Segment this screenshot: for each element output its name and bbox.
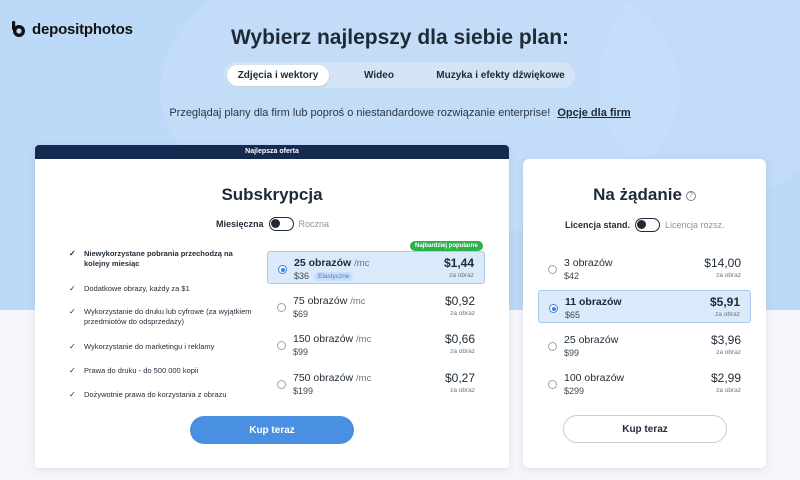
check-icon: ✓ bbox=[69, 342, 76, 351]
check-icon: ✓ bbox=[69, 284, 76, 293]
pack-rate: $14,00 bbox=[704, 256, 741, 270]
switch-knob bbox=[270, 219, 280, 228]
check-icon: ✓ bbox=[69, 249, 76, 258]
on-demand-title-row: Na żądanie? bbox=[523, 185, 766, 205]
plan-count: 75 obrazów bbox=[293, 295, 348, 307]
pack-option-3[interactable]: 3 obrazów $42 $14,00 za obraz bbox=[538, 252, 751, 285]
radio-button[interactable] bbox=[278, 265, 287, 274]
feature-item: ✓ Dodatkowe obrazy, każdy za $1 bbox=[69, 284, 190, 293]
plan-option-150[interactable]: 150 obrazów /mc $99 $0,66 za obraz bbox=[267, 328, 485, 361]
pack-count: 100 obrazów bbox=[564, 372, 625, 384]
info-icon[interactable]: ? bbox=[685, 190, 696, 201]
pack-rate: $2,99 bbox=[710, 371, 741, 385]
on-demand-card: Na żądanie? Licencja stand. Licencja roz… bbox=[523, 159, 766, 468]
pack-rate-unit: za obraz bbox=[715, 311, 740, 318]
flexible-badge: Elastyczne bbox=[314, 271, 354, 281]
plan-count: 150 obrazów bbox=[293, 333, 354, 345]
plan-unit: /mc bbox=[356, 373, 372, 384]
radio-button[interactable] bbox=[548, 265, 557, 274]
feature-item: ✓ Wykorzystanie do druku lub cyfrowe (za … bbox=[69, 307, 252, 326]
plan-rate: $0,66 bbox=[444, 332, 475, 346]
tab-photos-vectors[interactable]: Zdjęcia i wektory bbox=[227, 64, 329, 86]
pack-count: 3 obrazów bbox=[564, 257, 613, 269]
best-offer-banner: Najlepsza oferta bbox=[35, 145, 509, 159]
license-toggle: Licencja stand. Licencja rozsz. bbox=[565, 218, 725, 232]
pack-price: $65 bbox=[565, 310, 581, 320]
plan-price: $99 bbox=[293, 347, 309, 357]
plan-rate-unit: za obraz bbox=[450, 387, 475, 394]
monthly-label: Miesięczna bbox=[216, 219, 264, 229]
extended-license-label: Licencja rozsz. bbox=[665, 220, 725, 230]
buy-on-demand-button[interactable]: Kup teraz bbox=[563, 415, 727, 443]
plan-rate-unit: za obraz bbox=[450, 310, 475, 317]
radio-button[interactable] bbox=[548, 342, 557, 351]
page-title: Wybierz najlepszy dla siebie plan: bbox=[230, 26, 570, 49]
yearly-label: Roczna bbox=[298, 219, 330, 229]
pack-rate-unit: za obraz bbox=[716, 349, 741, 356]
check-icon: ✓ bbox=[69, 390, 76, 399]
pack-option-25[interactable]: 25 obrazów $99 $3,96 za obraz bbox=[538, 329, 751, 362]
most-popular-badge: Najbardziej popularne bbox=[410, 241, 483, 251]
feature-item: ✓ Niewykorzystane pobrania przechodzą na … bbox=[69, 249, 233, 268]
plan-count: 750 obrazów bbox=[293, 372, 354, 384]
radio-button[interactable] bbox=[548, 380, 557, 389]
check-icon: ✓ bbox=[69, 366, 76, 375]
radio-button[interactable] bbox=[277, 380, 286, 389]
plan-price: $69 bbox=[293, 309, 309, 319]
pack-price: $42 bbox=[564, 271, 580, 281]
pack-count: 11 obrazów bbox=[565, 296, 622, 308]
plan-option-25[interactable]: 25 obrazów /mc $36 Elastyczne $1,44 za ob… bbox=[267, 251, 485, 284]
billing-period-toggle: Miesięczna Roczna bbox=[216, 217, 329, 231]
license-switch[interactable] bbox=[635, 218, 661, 232]
plan-unit: /mc bbox=[354, 258, 370, 269]
radio-button[interactable] bbox=[549, 304, 558, 313]
feature-item: ✓ Dożywotnie prawa do korzystania z obraz… bbox=[69, 390, 227, 399]
switch-knob bbox=[637, 220, 647, 229]
plan-rate-unit: za obraz bbox=[450, 348, 475, 355]
pack-rate: $3,96 bbox=[710, 333, 741, 347]
business-plans-note: Przeglądaj plany dla firm lub poproś o n… bbox=[0, 107, 800, 119]
pack-count: 25 obrazów bbox=[564, 334, 619, 346]
subscription-title: Subskrypcja bbox=[221, 185, 323, 204]
tab-music-sfx[interactable]: Muzyka i efekty dźwiękowe bbox=[429, 65, 572, 86]
plan-price: $199 bbox=[293, 386, 314, 396]
radio-button[interactable] bbox=[277, 341, 286, 350]
plan-price: $36 bbox=[294, 271, 310, 281]
media-type-tabs: Zdjęcia i wektory Wideo Muzyka i efekty … bbox=[224, 62, 575, 88]
pack-rate: $5,91 bbox=[709, 295, 740, 309]
plan-rate-unit: za obraz bbox=[449, 272, 474, 279]
business-plans-text: Przeglądaj plany dla firm lub poproś o n… bbox=[169, 107, 551, 119]
plan-option-750[interactable]: 750 obrazów /mc $199 $0,27 za obraz bbox=[267, 367, 485, 400]
check-icon: ✓ bbox=[69, 307, 76, 316]
plan-rate: $1,44 bbox=[443, 256, 474, 270]
tab-video[interactable]: Wideo bbox=[329, 65, 429, 86]
radio-button[interactable] bbox=[277, 303, 286, 312]
buy-subscription-button[interactable]: Kup teraz bbox=[190, 416, 354, 444]
plan-count: 25 obrazów bbox=[294, 257, 352, 269]
feature-item: ✓ Prawa do druku - do 500 000 kopii bbox=[69, 366, 199, 375]
pack-option-11[interactable]: 11 obrazów $65 $5,91 za obraz bbox=[538, 290, 751, 323]
feature-item: ✓ Wykorzystanie do marketingu i reklamy bbox=[69, 342, 215, 351]
pack-price: $299 bbox=[564, 386, 585, 396]
plan-option-75[interactable]: 75 obrazów /mc $69 $0,92 za obraz bbox=[267, 290, 485, 323]
billing-period-switch[interactable] bbox=[268, 217, 294, 231]
plan-rate: $0,92 bbox=[444, 294, 475, 308]
pack-rate-unit: za obraz bbox=[716, 387, 741, 394]
business-options-link[interactable]: Opcje dla firm bbox=[557, 107, 630, 119]
pack-price: $99 bbox=[564, 348, 580, 358]
pack-option-100[interactable]: 100 obrazów $299 $2,99 za obraz bbox=[538, 367, 751, 400]
plan-unit: /mc bbox=[350, 296, 366, 307]
pack-rate-unit: za obraz bbox=[716, 272, 741, 279]
plan-unit: /mc bbox=[356, 334, 372, 345]
on-demand-title: Na żądanie bbox=[593, 185, 682, 204]
standard-license-label: Licencja stand. bbox=[565, 220, 631, 230]
plan-rate: $0,27 bbox=[444, 371, 475, 385]
subscription-card: Najlepsza oferta Subskrypcja Miesięczna … bbox=[35, 145, 509, 468]
